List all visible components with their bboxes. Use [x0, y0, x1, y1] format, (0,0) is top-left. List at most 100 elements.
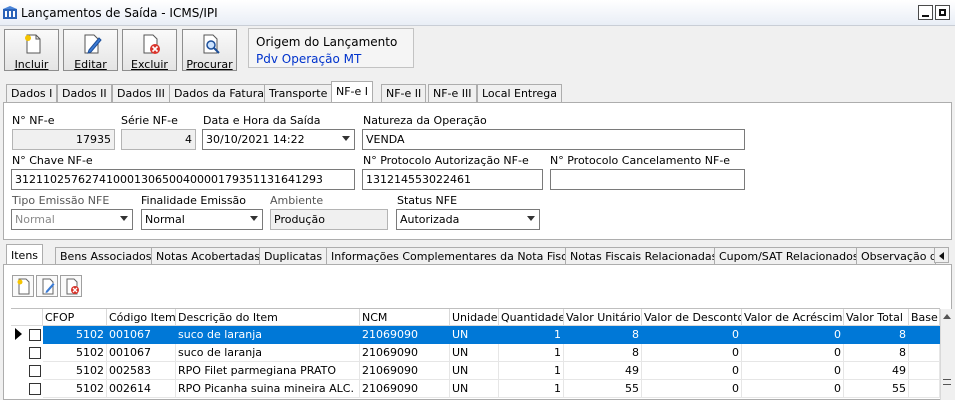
protocolo-field[interactable]: 131214553022461	[362, 169, 543, 190]
numero-nfe-label: N° NF-e	[12, 114, 55, 127]
cell-codigo: 002583	[107, 362, 176, 380]
tab-nfe-iii[interactable]: NF-e III	[428, 84, 477, 102]
subtab-notas-acobertadas[interactable]: Notas Acobertadas	[151, 247, 266, 265]
excluir-label: Excluir	[131, 58, 168, 71]
tipo-emissao-label: Tipo Emissão NFE	[12, 194, 110, 207]
column-header-codigo[interactable]: Código Item	[107, 309, 176, 326]
edit-document-icon	[84, 34, 102, 54]
finalidade-label: Finalidade Emissão	[141, 194, 247, 207]
tab-transporte[interactable]: Transporte	[264, 84, 333, 102]
natureza-field[interactable]: VENDA	[362, 129, 745, 150]
column-header-valor-desconto[interactable]: Valor de Desconto	[642, 309, 742, 326]
column-header-unidade[interactable]: Unidade	[450, 309, 499, 326]
add-item-button[interactable]	[12, 275, 34, 297]
row-checkbox[interactable]	[29, 383, 41, 395]
cell-valor-acrescimo: 0	[742, 362, 844, 380]
app-icon	[3, 6, 17, 19]
cell-ncm: 21069090	[360, 326, 450, 344]
row-checkbox[interactable]	[29, 365, 41, 377]
cell-valor-total: 8	[844, 344, 909, 362]
tab-dados-iii[interactable]: Dados III	[112, 84, 170, 102]
serie-nfe-field[interactable]: 4	[121, 129, 196, 150]
column-header-descricao[interactable]: Descrição do Item	[176, 309, 360, 326]
delete-item-button[interactable]	[60, 275, 82, 297]
editar-button[interactable]: Editar	[63, 29, 118, 71]
tab-dados-ii[interactable]: Dados II	[57, 84, 112, 102]
incluir-button[interactable]: Incluir	[4, 29, 59, 71]
cell-quantidade: 1	[499, 380, 564, 398]
search-document-icon	[203, 34, 220, 54]
subtab-bens-associados[interactable]: Bens Associados	[55, 247, 157, 265]
title-bar: Lançamentos de Saída - ICMS/IPI	[0, 0, 955, 26]
maximize-button[interactable]	[935, 5, 950, 20]
procurar-button[interactable]: Procurar	[182, 29, 237, 71]
cell-ncm: 21069090	[360, 380, 450, 398]
column-header-valor-acrescimo[interactable]: Valor de Acréscimo	[742, 309, 844, 326]
grid-vertical-scrollbar[interactable]	[940, 309, 952, 400]
cell-valor-desconto: 0	[642, 344, 742, 362]
cell-descricao: suco de laranja	[176, 344, 360, 362]
tab-scroll-left-button[interactable]	[934, 247, 949, 263]
column-header-quantidade[interactable]: Quantidade	[499, 309, 564, 326]
tab-dados-fatura[interactable]: Dados da Fatura	[169, 84, 269, 102]
tab-nfe-i[interactable]: NF-e I	[331, 81, 374, 103]
subtab-duplicatas[interactable]: Duplicatas	[259, 247, 328, 265]
cell-valor-desconto: 0	[642, 380, 742, 398]
chave-nfe-field[interactable]: 3121102576274100013065004000017935113164…	[11, 169, 355, 190]
tab-local-entrega[interactable]: Local Entrega	[477, 84, 563, 102]
data-saida-field[interactable]: 30/10/2021 14:22	[202, 129, 355, 150]
cell-valor-total: 55	[844, 380, 909, 398]
tab-nfe-ii[interactable]: NF-e II	[381, 84, 427, 102]
tab-dados-i[interactable]: Dados I	[6, 84, 58, 102]
new-item-icon	[17, 278, 30, 295]
subtab-itens[interactable]: Itens	[6, 244, 44, 266]
subtab-cupom-sat[interactable]: Cupom/SAT Relacionados	[714, 247, 864, 265]
chave-nfe-label: N° Chave NF-e	[12, 154, 93, 167]
cell-valor-unitario: 8	[564, 326, 642, 344]
finalidade-select[interactable]: Normal	[141, 209, 263, 230]
numero-nfe-field[interactable]: 17935	[12, 129, 115, 150]
chevron-left-icon	[939, 252, 944, 260]
incluir-label: Incluir	[14, 58, 49, 71]
minimize-button[interactable]	[918, 5, 933, 20]
cancelamento-field[interactable]	[550, 169, 745, 190]
delete-document-icon	[143, 34, 160, 54]
scrollbar-grip-icon	[943, 379, 951, 385]
column-header-valor-total[interactable]: Valor Total	[844, 309, 909, 326]
subtab-informacoes-complementares[interactable]: Informações Complementares da Nota Fisca…	[326, 247, 582, 265]
chevron-down-icon	[342, 136, 350, 141]
subtab-notas-relacionadas[interactable]: Notas Fiscais Relacionadas	[565, 247, 723, 265]
row-checkbox[interactable]	[29, 347, 41, 359]
cell-codigo: 001067	[107, 326, 176, 344]
cell-codigo: 002614	[107, 380, 176, 398]
cell-base	[909, 344, 940, 362]
editar-label: Editar	[74, 58, 107, 71]
status-nfe-select[interactable]: Autorizada	[396, 209, 540, 230]
column-header-base[interactable]: Base c	[909, 309, 940, 326]
column-header-valor-unitario[interactable]: Valor Unitário	[564, 309, 642, 326]
row-checkbox[interactable]	[29, 329, 41, 341]
procurar-label: Procurar	[186, 58, 233, 71]
tipo-emissao-select[interactable]: Normal	[11, 209, 133, 230]
cell-valor-acrescimo: 0	[742, 380, 844, 398]
column-header-cfop[interactable]: CFOP	[43, 309, 107, 326]
subtab-observacao[interactable]: Observação d	[856, 247, 936, 265]
edit-item-button[interactable]	[36, 275, 58, 297]
cell-descricao: RPO Picanha suina mineira ALC.	[176, 380, 360, 398]
column-header-ncm[interactable]: NCM	[360, 309, 450, 326]
new-document-icon	[25, 34, 41, 54]
cell-unidade: UN	[450, 344, 499, 362]
cell-base	[909, 380, 940, 398]
cell-valor-acrescimo: 0	[742, 344, 844, 362]
excluir-button[interactable]: Excluir	[122, 29, 177, 71]
chevron-up-icon	[943, 314, 951, 319]
chevron-down-icon	[250, 216, 258, 221]
ambiente-field[interactable]: Produção	[270, 209, 388, 230]
cell-valor-total: 49	[844, 362, 909, 380]
cell-quantidade: 1	[499, 344, 564, 362]
serie-nfe-label: Série NF-e	[121, 114, 178, 127]
cell-ncm: 21069090	[360, 344, 450, 362]
delete-item-icon	[66, 278, 79, 295]
cell-valor-unitario: 55	[564, 380, 642, 398]
window-title: Lançamentos de Saída - ICMS/IPI	[21, 6, 218, 20]
